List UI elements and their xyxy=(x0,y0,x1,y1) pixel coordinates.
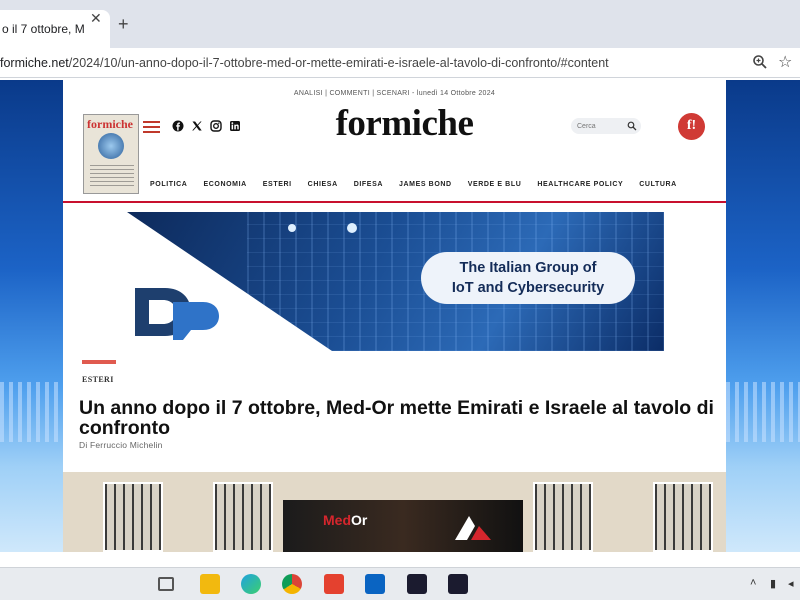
file-explorer-icon[interactable] xyxy=(200,574,220,594)
formiche-badge[interactable]: f! xyxy=(678,113,705,140)
address-bar[interactable]: formiche.net/2024/10/un-anno-dopo-il-7-o… xyxy=(0,48,800,78)
url-host: formiche.net xyxy=(0,56,69,70)
outlook-icon[interactable] xyxy=(365,574,385,594)
nav-item-cultura[interactable]: CULTURA xyxy=(639,181,677,188)
tab-title: o il 7 ottobre, Med xyxy=(2,22,84,36)
app-w-icon[interactable] xyxy=(407,574,427,594)
top-links[interactable]: ANALISI | COMMENTI | SCENARI - lunedì 14… xyxy=(63,90,726,97)
nav-item-chiesa[interactable]: CHIESA xyxy=(308,181,338,188)
chevron-up-icon[interactable]: ˄ xyxy=(750,577,756,589)
stage-backdrop: MedOr xyxy=(283,500,523,552)
nav-item-verde-e-blu[interactable]: VERDE E BLU xyxy=(468,181,522,188)
browser-tab-bar: o il 7 ottobre, Med ✕ + xyxy=(0,0,800,48)
chrome-icon[interactable] xyxy=(282,574,302,594)
article-headline: Un anno dopo il 7 ottobre, Med-Or mette … xyxy=(79,397,714,439)
url-path: /2024/10/un-anno-dopo-il-7-ottobre-med-o… xyxy=(68,56,609,70)
nav-item-esteri[interactable]: ESTERI xyxy=(263,181,292,188)
close-icon[interactable]: ✕ xyxy=(90,10,102,27)
dp-logo xyxy=(135,288,219,340)
category-accent xyxy=(82,360,116,364)
page-content: ANALISI | COMMENTI | SCENARI - lunedì 14… xyxy=(63,80,726,552)
search-box[interactable] xyxy=(571,118,641,134)
search-input[interactable] xyxy=(577,120,623,132)
task-view-icon[interactable] xyxy=(158,577,174,591)
zoom-icon[interactable] xyxy=(752,54,768,70)
nav-item-economia[interactable]: ECONOMIA xyxy=(203,181,246,188)
nav-item-healthcare-policy[interactable]: HEALTHCARE POLICY xyxy=(537,181,623,188)
nav-item-politica[interactable]: POLITICA xyxy=(150,181,187,188)
star-icon[interactable]: ☆ xyxy=(778,52,792,72)
url-text[interactable]: formiche.net/2024/10/un-anno-dopo-il-7-o… xyxy=(0,56,609,70)
network-icon[interactable]: ▮ xyxy=(770,577,776,590)
medor-logo: MedOr xyxy=(323,512,368,528)
background-right xyxy=(726,80,800,552)
volume-icon[interactable]: ◂ xyxy=(788,577,794,590)
background-left xyxy=(0,80,63,552)
app-icon[interactable] xyxy=(324,574,344,594)
nav-item-james-bond[interactable]: JAMES BOND xyxy=(399,181,452,188)
banner-line-1: The Italian Group of xyxy=(459,260,597,276)
nav-item-difesa[interactable]: DIFESA xyxy=(354,181,383,188)
site-logo[interactable]: formiche xyxy=(63,102,746,145)
article-category[interactable]: ESTERI xyxy=(82,375,114,384)
article-photo: MedOr xyxy=(63,472,726,552)
app-w2-icon[interactable] xyxy=(448,574,468,594)
logo-mark-icon xyxy=(455,516,491,540)
taskbar: ˄ ▮ ◂ xyxy=(0,567,800,600)
main-nav: POLITICA ECONOMIA ESTERI CHIESA DIFESA J… xyxy=(150,181,693,188)
edge-icon[interactable] xyxy=(241,574,261,594)
banner-line-2: IoT and Cybersecurity xyxy=(451,280,605,296)
nav-divider xyxy=(63,201,726,203)
article-author[interactable]: Di Ferruccio Michelin xyxy=(79,440,163,450)
search-icon[interactable] xyxy=(627,121,637,131)
page-viewport: ANALISI | COMMENTI | SCENARI - lunedì 14… xyxy=(0,80,800,552)
banner-headline: The Italian Group of IoT and Cybersecuri… xyxy=(421,252,635,304)
plus-icon[interactable]: + xyxy=(118,14,129,35)
banner-ad[interactable]: The Italian Group of IoT and Cybersecuri… xyxy=(127,212,664,351)
